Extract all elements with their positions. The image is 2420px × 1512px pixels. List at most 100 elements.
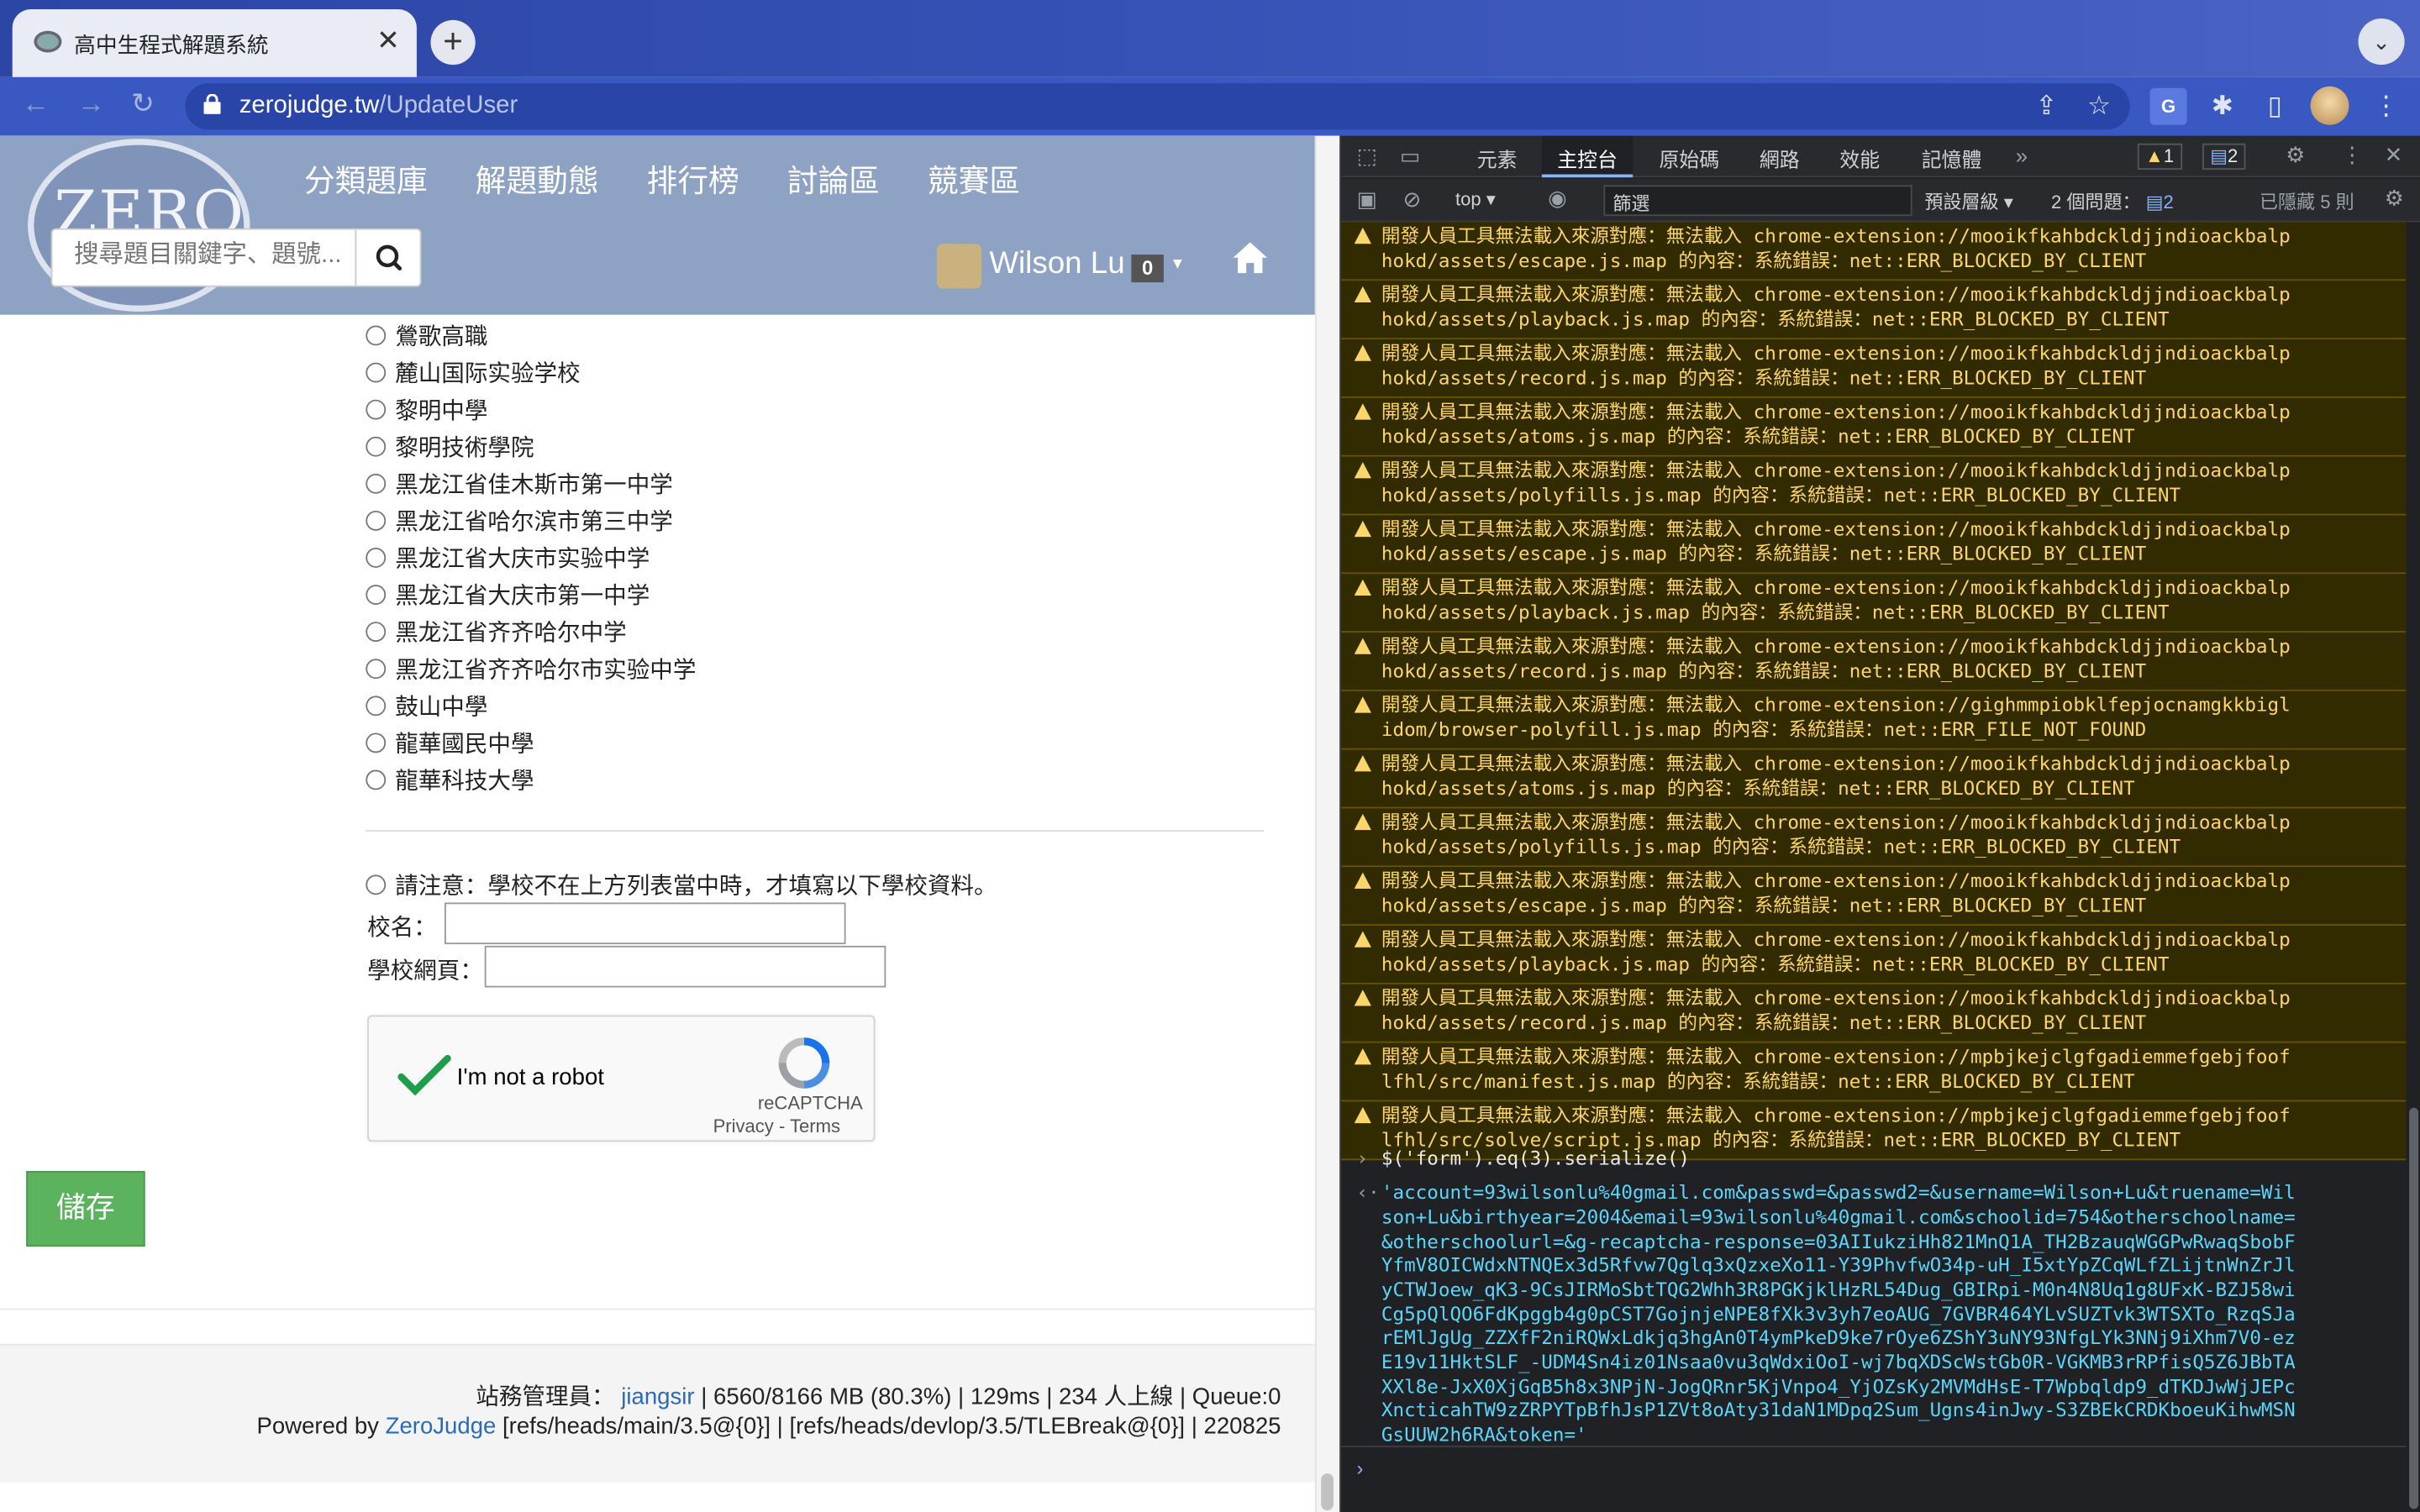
bookmark-star-icon[interactable]: ☆ [2081, 88, 2118, 125]
console-settings-icon[interactable]: ⚙ [2385, 185, 2404, 211]
browser-menu-icon[interactable]: ⋮ [2368, 88, 2405, 125]
captcha-brand: reCAPTCHA [757, 1092, 863, 1115]
school-url-label: 學校網頁： [367, 958, 483, 984]
school-name-field[interactable] [444, 902, 846, 945]
school-option[interactable]: 黑龙江省齐齐哈尔中学 [366, 614, 627, 648]
school-option[interactable]: 黑龙江省佳木斯市第一中学 [366, 466, 673, 500]
school-url-field[interactable] [484, 945, 886, 988]
school-label: 龍華科技大學 [395, 767, 534, 794]
translate-icon[interactable]: G [2149, 87, 2187, 125]
console-scrollbar-thumb[interactable] [2409, 1107, 2419, 1509]
school-option[interactable]: 鼓山中學 [366, 688, 487, 722]
menu-problems[interactable]: 分類題庫 [304, 156, 428, 201]
page-scrollbar-thumb[interactable] [1321, 1473, 1334, 1511]
context-selector[interactable]: top ▾ [1455, 188, 1496, 210]
menu-contests[interactable]: 競賽區 [928, 156, 1020, 201]
browser-tab[interactable]: 高中生程式解題系統 ✕ [12, 9, 417, 77]
radio-button[interactable] [366, 695, 387, 716]
log-levels-dropdown[interactable]: 預設層級 ▾ [1924, 188, 2012, 214]
radio-button[interactable] [366, 769, 387, 790]
site-footer: 站務管理員： jiangsir | 6560/8166 MB (80.3%) |… [0, 1343, 1315, 1483]
school-option[interactable]: 麓山国际实验学校 [366, 354, 581, 388]
radio-button[interactable] [366, 398, 387, 419]
warning-icon [1354, 462, 1371, 479]
clear-console-icon[interactable]: ⊘ [1403, 186, 1422, 213]
warning-icon [1354, 755, 1371, 772]
user-name[interactable]: Wilson Lu [989, 247, 1124, 282]
school-option[interactable]: 鶯歌高職 [366, 318, 487, 351]
tab-title: 高中生程式解題系統 [74, 32, 269, 57]
new-tab-button[interactable]: + [430, 19, 476, 66]
radio-button[interactable] [366, 621, 387, 642]
menu-status[interactable]: 解題動態 [476, 156, 599, 201]
tab-search-chevron-icon[interactable]: ⌄ [2358, 18, 2405, 66]
console-filter-input[interactable]: 篩選 [1603, 185, 1912, 217]
school-option[interactable]: 黑龙江省大庆市实验中学 [366, 540, 650, 574]
radio-button[interactable] [366, 361, 387, 382]
menu-forum[interactable]: 討論區 [787, 156, 880, 201]
back-arrow-icon[interactable]: ← [22, 88, 50, 121]
user-avatar[interactable] [936, 244, 982, 289]
forward-arrow-icon[interactable]: → [77, 88, 105, 121]
page-scrollbar[interactable] [1314, 135, 1340, 1512]
warning-icon [1354, 344, 1371, 361]
school-option[interactable]: 黑龙江省大庆市第一中学 [366, 577, 650, 611]
radio-button[interactable] [366, 435, 387, 456]
tab-console[interactable]: 主控台 [1541, 135, 1634, 178]
extensions-puzzle-icon[interactable]: ✱ [2204, 88, 2241, 125]
save-button[interactable]: 儲存 [26, 1171, 145, 1247]
radio-button[interactable] [366, 658, 387, 679]
inspect-element-icon[interactable]: ⬚ [1356, 144, 1376, 170]
search-input[interactable] [52, 229, 346, 283]
profile-avatar[interactable] [2310, 86, 2349, 125]
close-tab-icon[interactable]: ✕ [376, 24, 400, 57]
radio-button[interactable] [366, 547, 387, 567]
more-tabs-icon[interactable]: » [2016, 144, 2028, 168]
school-option[interactable]: 黎明技術學院 [366, 429, 534, 463]
tab-elements[interactable]: 元素 [1477, 144, 1518, 173]
school-option[interactable]: 龍華科技大學 [366, 762, 534, 795]
site-favicon-icon [34, 30, 62, 53]
radio-button[interactable] [366, 732, 387, 753]
reload-icon[interactable]: ↻ [131, 88, 155, 121]
home-icon[interactable] [1232, 241, 1269, 275]
address-bar[interactable]: zerojudge.tw/UpdateUser ⇪ ☆ [185, 83, 2130, 130]
close-devtools-icon[interactable]: ✕ [2385, 142, 2403, 168]
share-icon[interactable]: ⇪ [2028, 88, 2065, 125]
user-menu-caret-icon[interactable]: ▼ [1170, 256, 1185, 273]
tab-sources[interactable]: 原始碼 [1659, 144, 1719, 173]
checkmark-icon[interactable] [397, 1053, 452, 1096]
warning-icon [1354, 403, 1371, 420]
zerojudge-link[interactable]: ZeroJudge [386, 1413, 497, 1439]
radio-button[interactable] [366, 472, 387, 493]
warning-icon [1354, 696, 1371, 713]
school-option[interactable]: 黎明中學 [366, 392, 487, 426]
radio-button[interactable] [366, 510, 387, 530]
tab-memory[interactable]: 記憶體 [1922, 144, 1982, 173]
other-school-option[interactable]: 請注意：學校不在上方列表當中時，才填寫以下學校資料。 [366, 867, 997, 900]
devtools-menu-icon[interactable]: ⋮ [2341, 142, 2363, 168]
sidebar-toggle-icon[interactable]: ▣ [1356, 186, 1376, 213]
search-button[interactable] [355, 228, 422, 287]
recaptcha-logo-icon [778, 1037, 830, 1089]
issues-link[interactable]: 2 個問題： ▤2 [2051, 188, 2174, 214]
captcha-links[interactable]: Privacy - Terms [713, 1116, 840, 1137]
settings-gear-icon[interactable]: ⚙ [2286, 142, 2305, 168]
device-toolbar-icon[interactable]: ▭ [1400, 144, 1420, 170]
tab-network[interactable]: 網路 [1760, 144, 1800, 173]
admin-link[interactable]: jiangsir [621, 1384, 694, 1410]
warning-counter[interactable]: ▲1 [2137, 143, 2182, 171]
tab-performance[interactable]: 效能 [1839, 144, 1880, 173]
school-option[interactable]: 龍華國民中學 [366, 725, 534, 759]
console-warning: 開發人員工具無法載入來源對應：無法載入 chrome-extension://m… [1341, 867, 2407, 927]
radio-button[interactable] [366, 324, 387, 345]
side-panel-icon[interactable]: ▯ [2256, 88, 2293, 125]
school-option[interactable]: 黑龙江省哈尔滨市第三中学 [366, 503, 673, 537]
radio-button[interactable] [366, 584, 387, 605]
message-counter[interactable]: ▤2 [2202, 143, 2246, 171]
live-expression-eye-icon[interactable]: ◉ [1548, 185, 1566, 211]
console-prompt-icon[interactable]: › [1356, 1457, 1363, 1480]
radio-button[interactable] [366, 874, 387, 895]
menu-ranking[interactable]: 排行榜 [647, 156, 739, 201]
school-option[interactable]: 黑龙江省齐齐哈尔市实验中学 [366, 651, 696, 685]
